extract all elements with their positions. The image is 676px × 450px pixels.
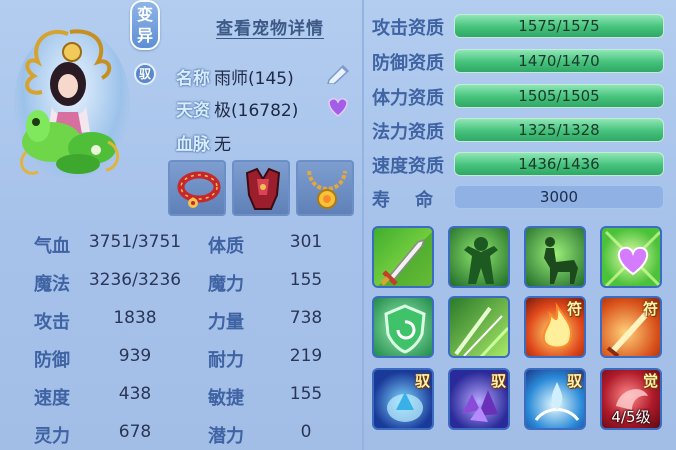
aptitude-label: 体力资质 (372, 88, 444, 109)
shield-swirl-icon (384, 304, 426, 354)
aptitude-value: 1505/1505 (518, 87, 600, 105)
skill-level-label: 4/5级 (611, 408, 651, 426)
stat-row: 气血 3751/3751 体质 301 (8, 232, 354, 268)
skill-slot[interactable] (600, 226, 662, 288)
stat-value: 301 (289, 232, 323, 252)
pet-bloodline-value: 无 (214, 135, 231, 155)
favorite-heart-icon[interactable] (326, 96, 350, 118)
control-tag: 驭 (134, 63, 156, 85)
aptitude-label: 速度资质 (372, 156, 444, 177)
lifespan-bar: 3000 (454, 185, 664, 209)
stat-row: 攻击 1838 力量 738 (8, 308, 354, 344)
stat-value: 738 (289, 308, 323, 328)
skill-slot[interactable] (448, 296, 510, 358)
stat-label: 敏捷 (208, 388, 244, 409)
attribute-stats: 气血 3751/3751 体质 301 魔法 3236/3236 魔力 155 … (8, 226, 354, 450)
stat-value: 3236/3236 (88, 270, 182, 290)
stat-label: 魔力 (208, 274, 244, 295)
bloodline-label: 血脉 (176, 135, 210, 155)
stat-value: 939 (118, 346, 152, 366)
skill-badge: 符 (642, 300, 658, 318)
stat-label: 魔法 (34, 274, 70, 295)
stat-value: 3751/3751 (88, 232, 182, 252)
stat-label: 防御 (34, 350, 70, 371)
skill-badge: 驭 (490, 372, 506, 390)
aptitude-value: 1575/1575 (518, 17, 600, 35)
aptitude-bar-speed: 1436/1436 (454, 152, 664, 176)
aptitude-bar-magic: 1325/1328 (454, 118, 664, 142)
aptitude-label: 法力资质 (372, 122, 444, 143)
name-label: 名称 (176, 69, 210, 89)
lifespan-label: 寿 命 (372, 190, 434, 211)
stat-row: 速度 438 敏捷 155 (8, 384, 354, 420)
aptitude-value: 1436/1436 (518, 155, 600, 173)
stat-value: 155 (289, 384, 323, 404)
panel-divider (362, 0, 364, 450)
skill-slot[interactable] (372, 226, 434, 288)
skill-slot[interactable]: 驭 (524, 368, 586, 430)
skill-badge: 驭 (414, 372, 430, 390)
stat-row: 防御 939 耐力 219 (8, 346, 354, 382)
edit-name-icon[interactable] (325, 62, 353, 84)
skill-badge: 觉 (642, 372, 658, 390)
skill-slot[interactable]: 驭 (448, 368, 510, 430)
stat-label: 耐力 (208, 350, 244, 371)
red-armor-icon (245, 167, 281, 210)
stat-label: 力量 (208, 312, 244, 333)
aptitude-bar-defense: 1470/1470 (454, 49, 664, 73)
stat-value: 1838 (113, 308, 157, 328)
pet-portrait[interactable] (8, 22, 130, 182)
aptitude-value: 1325/1328 (518, 121, 600, 139)
gold-necklace-icon (307, 170, 347, 209)
centaur-icon (544, 237, 578, 284)
stat-label: 攻击 (34, 312, 70, 333)
pet-bloodline-row: 血脉无 (176, 130, 231, 155)
stat-label: 体质 (208, 236, 244, 257)
stat-label: 灵力 (34, 426, 70, 447)
talent-label: 天资 (176, 101, 210, 121)
stat-value: 0 (300, 422, 312, 442)
green-figure-icon (464, 237, 498, 284)
stat-value: 438 (118, 384, 152, 404)
skill-slot[interactable] (372, 296, 434, 358)
sword-strike-icon (378, 232, 432, 286)
skill-badge: 符 (566, 300, 582, 318)
stat-label: 速度 (34, 388, 70, 409)
pet-talent-value: 极(16782) (214, 101, 299, 121)
skill-badge: 驭 (566, 372, 582, 390)
skill-slot[interactable]: 符 (524, 296, 586, 358)
skill-slot[interactable] (448, 226, 510, 288)
skill-slot[interactable] (524, 226, 586, 288)
stat-value: 219 (289, 346, 323, 366)
skill-slot[interactable]: 符 (600, 296, 662, 358)
pet-name-row: 名称 雨师(145) (176, 64, 294, 89)
aptitude-bar-attack: 1575/1575 (454, 14, 664, 38)
red-collar-icon (177, 171, 221, 208)
aptitude-value: 1470/1470 (518, 52, 600, 70)
equipment-slot-necklace[interactable] (296, 160, 354, 216)
equipment-slot-armor[interactable] (232, 160, 290, 216)
aptitude-label: 攻击资质 (372, 18, 444, 39)
pet-talent-row: 天资 极(16782) (176, 96, 298, 121)
lifespan-value: 3000 (539, 188, 579, 206)
mutation-tag: 变异 (130, 0, 160, 50)
skill-slot[interactable]: 觉 4/5级 (600, 368, 662, 430)
stat-row: 灵力 678 潜力 0 (8, 422, 354, 450)
pet-detail-panel: 变异 驭 查看宠物详情 名称 雨师(145) 天资 极(16782) 血脉无 气… (0, 0, 676, 450)
stat-row: 魔法 3236/3236 魔力 155 (8, 270, 354, 306)
equipment-slot-collar[interactable] (168, 160, 226, 216)
green-slash-icon (454, 306, 508, 356)
stat-label: 气血 (34, 236, 70, 257)
stat-label: 潜力 (208, 426, 244, 447)
stat-value: 678 (118, 422, 152, 442)
view-pet-details-link[interactable]: 查看宠物详情 (216, 14, 324, 39)
skill-slot[interactable]: 驭 (372, 368, 434, 430)
heart-burst-icon (604, 230, 660, 286)
stat-value: 155 (289, 270, 323, 290)
aptitude-label: 防御资质 (372, 53, 444, 74)
pet-name-value: 雨师(145) (214, 69, 294, 89)
aptitude-bar-stamina: 1505/1505 (454, 84, 664, 108)
pet-avatar-image (20, 29, 119, 175)
